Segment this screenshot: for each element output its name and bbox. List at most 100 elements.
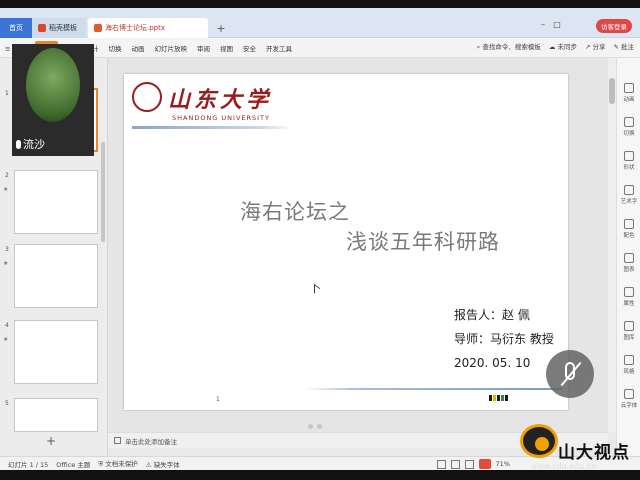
color-block	[493, 395, 496, 401]
ribbon-right-tools: ⌕ 查找命令、搜索模板 ☁ 未同步 ↗ 分享 ✎ 批注	[477, 41, 634, 52]
reporter-text[interactable]: 报告人：赵 佩	[454, 306, 530, 323]
shape-icon	[624, 151, 634, 161]
tool-shape[interactable]: 形状	[617, 148, 640, 178]
document-protect-status[interactable]: ⛨ 文档未保护	[98, 458, 137, 469]
participant-camera-image	[26, 48, 80, 122]
tab-active-file[interactable]: 海右博士论坛.pptx	[88, 18, 208, 38]
wps-presentation-window: 首页 稻壳模板 海右博士论坛.pptx + – □ 访客登录 ≡ 文件 开始 插…	[0, 0, 640, 480]
menu-slideshow[interactable]: 幻灯片放映	[150, 41, 193, 55]
minimize-icon[interactable]: –	[538, 20, 548, 30]
slide-sorter-icon[interactable]	[450, 459, 460, 469]
restore-icon[interactable]: □	[552, 20, 562, 30]
animation-star-icon: ★	[3, 336, 9, 343]
login-button[interactable]: 访客登录	[596, 19, 632, 33]
menu-developer[interactable]: 开发工具	[261, 41, 297, 55]
thumbnail-row[interactable]: 4 ★	[0, 320, 104, 390]
thumbnail-row[interactable]: 2 ★	[0, 170, 104, 240]
thumbnail-number: 3	[5, 246, 9, 253]
tool-chart[interactable]: 图表	[617, 250, 640, 280]
watermark: 山大视点 view.sdu.edu.cn	[518, 418, 640, 478]
tab-home[interactable]: 首页	[0, 18, 32, 38]
mic-icon	[16, 139, 21, 149]
reading-view-icon[interactable]	[464, 459, 474, 469]
participant-name: 流沙	[16, 136, 45, 152]
slide-thumbnail[interactable]	[14, 244, 98, 308]
properties-icon	[624, 287, 634, 297]
animation-star-icon: ★	[3, 186, 9, 193]
tab-templates[interactable]: 稻壳模板	[32, 18, 86, 38]
transition-icon	[624, 117, 634, 127]
participant-video: 流沙	[12, 44, 94, 156]
university-logo-text: 山东大学	[168, 87, 273, 113]
sync-status[interactable]: ☁ 未同步	[549, 41, 577, 52]
menu-view[interactable]: 视图	[215, 41, 238, 55]
slide-editor-canvas: 山东大学 SHANDONG UNIVERSITY 海右论坛之 浅谈五年科研路 报…	[108, 58, 608, 432]
date-text[interactable]: 2020. 05. 10	[454, 356, 530, 370]
slide-page-number: 1	[216, 396, 220, 403]
add-slide-button[interactable]: +	[46, 434, 56, 448]
theme-name: Office 主题	[56, 460, 91, 469]
tool-animation[interactable]: 动画	[617, 80, 640, 110]
tool-transition[interactable]: 切换	[617, 114, 640, 144]
page-dot[interactable]	[317, 424, 322, 429]
menu-review[interactable]: 审阅	[192, 41, 215, 55]
page-dot[interactable]	[308, 424, 313, 429]
thumbnail-number: 5	[5, 400, 9, 407]
watermark-eye-pupil	[535, 437, 549, 451]
advisor-text[interactable]: 导师：马衍东 教授	[454, 330, 554, 347]
slide-thumbnail[interactable]	[14, 170, 98, 234]
add-tab-button[interactable]: +	[212, 18, 230, 38]
canvas-scrollbar[interactable]	[608, 58, 616, 432]
menu-animation[interactable]: 动画	[127, 41, 150, 55]
university-logo-subtitle: SHANDONG UNIVERSITY	[172, 114, 270, 122]
palette-icon	[624, 219, 634, 229]
slide-thumbnail[interactable]	[14, 320, 98, 384]
watermark-text: 山大视点	[558, 443, 630, 463]
tool-colors[interactable]: 配色	[617, 216, 640, 246]
notes-icon	[114, 437, 121, 444]
style-icon	[624, 355, 634, 365]
tab-file-label: 海右博士论坛.pptx	[105, 24, 165, 32]
slide-title-line1[interactable]: 海右论坛之	[240, 196, 350, 226]
watermark-url: view.sdu.edu.cn	[532, 462, 597, 471]
current-slide[interactable]: 山东大学 SHANDONG UNIVERSITY 海右论坛之 浅谈五年科研路 报…	[124, 74, 568, 410]
play-slideshow-button[interactable]	[478, 459, 491, 469]
footer-divider	[304, 388, 562, 390]
canvas-page-dots	[308, 424, 322, 429]
tool-gallery[interactable]: 图库	[617, 318, 640, 348]
right-tool-panel: 动画 切换 形状 艺术字 配色 图表 属性 图库 风格 云字体	[616, 58, 640, 456]
animation-icon	[624, 83, 634, 93]
animation-star-icon: ★	[3, 260, 9, 267]
footer-color-blocks	[489, 395, 508, 401]
tool-wordart[interactable]: 艺术字	[617, 182, 640, 212]
normal-view-icon[interactable]	[436, 459, 446, 469]
cloud-font-icon	[624, 389, 634, 399]
university-seal-icon	[132, 82, 162, 112]
wordart-icon	[624, 185, 634, 195]
menu-transition[interactable]: 切换	[104, 41, 127, 55]
comment-button[interactable]: ✎ 批注	[613, 41, 634, 52]
thumbnail-scrollbar[interactable]	[101, 142, 105, 242]
tool-properties[interactable]: 属性	[617, 284, 640, 314]
view-controls: 71%	[436, 459, 510, 469]
zoom-level[interactable]: 71%	[496, 460, 510, 468]
canvas-scrollbar-thumb[interactable]	[609, 78, 615, 104]
mute-microphone-button[interactable]	[546, 350, 594, 398]
missing-font-status[interactable]: ⚠ 缺失字体	[146, 459, 180, 469]
thumbnail-number: 1	[5, 90, 9, 97]
slide-title-line2[interactable]: 浅谈五年科研路	[346, 226, 500, 256]
color-block	[505, 395, 508, 401]
menu-security[interactable]: 安全	[238, 41, 261, 55]
color-block	[489, 395, 492, 401]
tab-templates-label: 稻壳模板	[49, 24, 77, 32]
thumbnail-number: 4	[5, 322, 9, 329]
thumbnail-row[interactable]: 3 ★	[0, 244, 104, 314]
share-button[interactable]: ↗ 分享	[585, 41, 606, 52]
tool-cloud-font[interactable]: 云字体	[617, 386, 640, 416]
slide-thumbnail[interactable]	[14, 398, 98, 432]
slide-count: 幻灯片 1 / 15	[8, 460, 49, 469]
search-command[interactable]: ⌕ 查找命令、搜索模板	[477, 41, 541, 52]
gallery-icon	[624, 321, 634, 331]
tool-style[interactable]: 风格	[617, 352, 640, 382]
top-black-bar	[0, 0, 640, 8]
